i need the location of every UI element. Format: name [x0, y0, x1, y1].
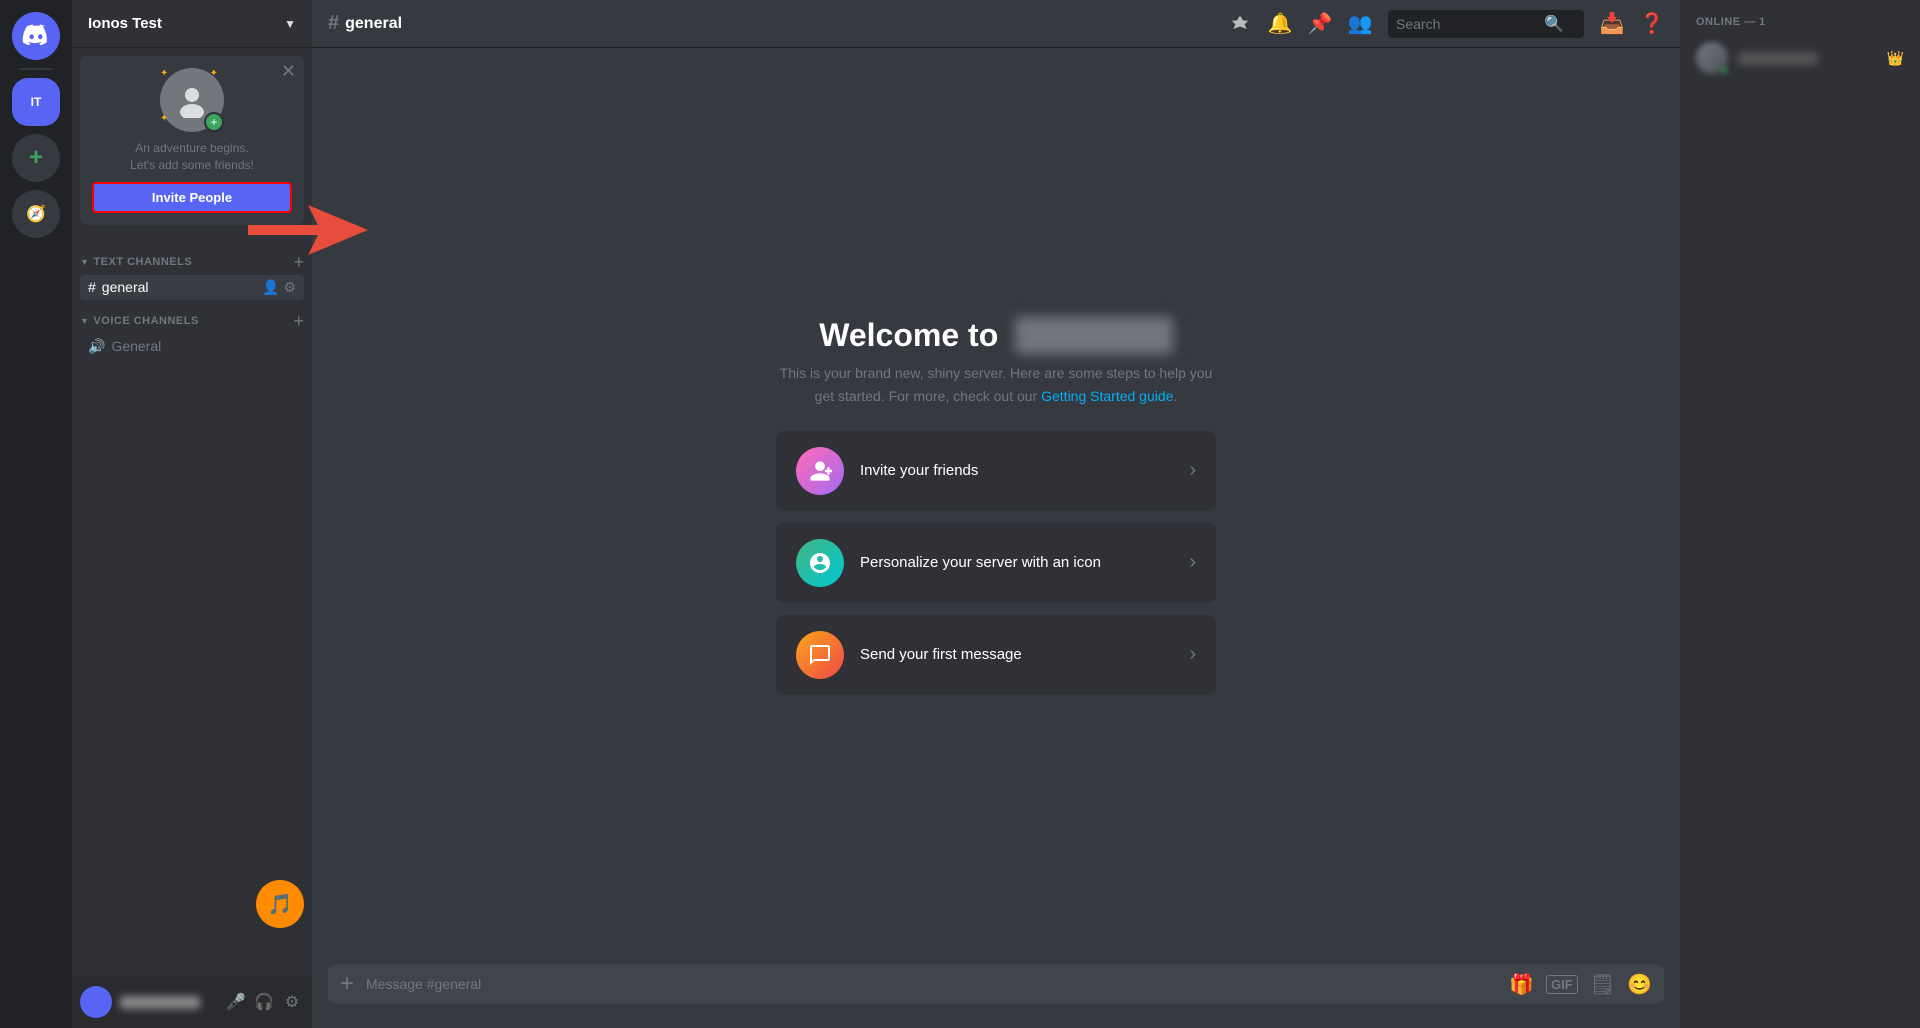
help-icon[interactable]: ❓: [1640, 12, 1664, 36]
header-channel-name: general: [345, 15, 402, 33]
main-area: # general 🔔 📌 👥 🔍 📥 ❓ Welcome to Ionos T…: [312, 0, 1680, 1028]
invite-friends-icon: [796, 447, 844, 495]
server-name-blurred: Ionos Test: [1015, 317, 1173, 354]
welcome-title: Welcome to Ionos Test: [776, 317, 1216, 354]
search-icon: 🔍: [1544, 14, 1564, 34]
invite-people-button[interactable]: Invite People: [92, 182, 292, 213]
personalize-server-card[interactable]: Personalize your server with an icon ›: [776, 523, 1216, 603]
channel-actions: 👤 ⚙: [262, 279, 296, 296]
chat-content: Welcome to Ionos Test This is your brand…: [312, 48, 1680, 964]
headphone-button[interactable]: 🎧: [252, 990, 276, 1014]
add-voice-channel-button[interactable]: +: [293, 312, 304, 330]
ionos-test-server[interactable]: IT: [12, 78, 60, 126]
server-divider: [20, 68, 52, 70]
server-header[interactable]: Ionos Test ▼: [72, 0, 312, 48]
invite-friends-label: Invite your friends: [860, 462, 1173, 479]
text-channels-label[interactable]: ▼ TEXT CHANNELS: [80, 256, 192, 268]
general-voice-channel[interactable]: 🔊 General: [80, 334, 304, 359]
search-bar[interactable]: 🔍: [1388, 10, 1584, 38]
add-text-channel-button[interactable]: +: [293, 253, 304, 271]
sparkle-bl: ✦: [160, 113, 168, 124]
music-bot-icon[interactable]: 🎵: [256, 880, 304, 928]
user-avatar-small: [80, 986, 112, 1018]
invite-popup: ✕ ✦ ✦ ✦ + An adventure begins. Let's add…: [80, 56, 304, 225]
server-name: Ionos Test: [88, 15, 162, 32]
text-channels-category: ▼ TEXT CHANNELS +: [72, 241, 312, 275]
inbox-icon[interactable]: 📥: [1600, 12, 1624, 36]
message-input[interactable]: [366, 964, 1497, 1004]
personalize-server-icon: [796, 539, 844, 587]
gif-button[interactable]: GIF: [1546, 975, 1578, 994]
member-list: ONLINE — 1 👑: [1680, 0, 1920, 1028]
first-message-card[interactable]: Send your first message ›: [776, 615, 1216, 695]
getting-started-link[interactable]: Getting Started guide: [1041, 388, 1173, 404]
voice-channels-label[interactable]: ▼ VOICE CHANNELS: [80, 315, 199, 327]
discord-home-button[interactable]: [12, 12, 60, 60]
server-dropdown-arrow: ▼: [284, 17, 296, 31]
sparkle-tl: ✦: [160, 68, 168, 79]
chat-header: # general 🔔 📌 👥 🔍 📥 ❓: [312, 0, 1680, 48]
action-cards: Invite your friends › Personalize your s…: [776, 431, 1216, 695]
online-indicator: [1719, 65, 1729, 75]
member-item[interactable]: 👑: [1688, 36, 1912, 80]
avatar-area: ✦ ✦ ✦ +: [160, 68, 224, 132]
voice-channels-category: ▼ VOICE CHANNELS +: [72, 300, 312, 334]
invite-popup-close[interactable]: ✕: [281, 62, 296, 80]
first-message-icon: [796, 631, 844, 679]
invite-popup-text: An adventure begins. Let's add some frie…: [130, 140, 254, 174]
sparkle-tr: ✦: [210, 68, 218, 79]
header-tools: 🔔 📌 👥 🔍 📥 ❓: [1228, 10, 1664, 38]
user-area: 🎤 🎧 ⚙: [72, 976, 312, 1028]
notification-icon[interactable]: 🔔: [1268, 12, 1292, 36]
add-server-button[interactable]: +: [12, 134, 60, 182]
settings-icon[interactable]: ⚙: [283, 279, 296, 296]
avatar-plus-badge: +: [204, 112, 224, 132]
add-member-icon[interactable]: 👤: [262, 279, 279, 296]
gift-button[interactable]: 🎁: [1509, 972, 1534, 997]
crown-icon: 👑: [1887, 50, 1904, 67]
member-name: [1738, 52, 1818, 65]
channel-list: ▼ TEXT CHANNELS + # general 👤 ⚙ ▼ VOICE …: [72, 233, 312, 916]
header-hash-icon: #: [328, 12, 339, 35]
welcome-container: Welcome to Ionos Test This is your brand…: [776, 317, 1216, 695]
invite-friends-card[interactable]: Invite your friends ›: [776, 431, 1216, 511]
search-input[interactable]: [1396, 16, 1536, 32]
welcome-description: This is your brand new, shiny server. He…: [776, 362, 1216, 407]
user-settings-button[interactable]: ⚙: [280, 990, 304, 1014]
hash-icon: #: [88, 279, 96, 295]
chat-input-tools: 🎁 GIF 🗒 😊: [1509, 972, 1652, 997]
general-text-channel[interactable]: # general 👤 ⚙: [80, 275, 304, 300]
first-message-arrow: ›: [1189, 643, 1196, 666]
pin-icon[interactable]: 📌: [1308, 12, 1332, 36]
speaker-icon: 🔊: [88, 338, 105, 355]
online-members-category: ONLINE — 1: [1688, 16, 1912, 28]
chat-input-box: + 🎁 GIF 🗒 😊: [328, 964, 1664, 1004]
server-boost-icon[interactable]: [1228, 12, 1252, 36]
attach-file-button[interactable]: +: [340, 970, 354, 998]
personalize-server-arrow: ›: [1189, 551, 1196, 574]
channel-title: # general: [328, 12, 402, 35]
chat-input-area: + 🎁 GIF 🗒 😊: [312, 964, 1680, 1028]
microphone-button[interactable]: 🎤: [224, 990, 248, 1014]
username: [120, 996, 200, 1009]
user-controls: 🎤 🎧 ⚙: [224, 990, 304, 1014]
member-list-icon[interactable]: 👥: [1348, 12, 1372, 36]
personalize-server-label: Personalize your server with an icon: [860, 554, 1173, 571]
emoji-button[interactable]: 😊: [1627, 972, 1652, 997]
explore-button[interactable]: 🧭: [12, 190, 60, 238]
invite-friends-arrow: ›: [1189, 459, 1196, 482]
sticker-button[interactable]: 🗒: [1590, 972, 1615, 997]
first-message-label: Send your first message: [860, 646, 1173, 663]
user-info: [120, 996, 216, 1009]
member-avatar: [1696, 42, 1728, 74]
channel-sidebar: Ionos Test ▼ ✕ ✦ ✦ ✦ + An adventure begi…: [72, 0, 312, 1028]
server-list: IT + 🧭: [0, 0, 72, 1028]
